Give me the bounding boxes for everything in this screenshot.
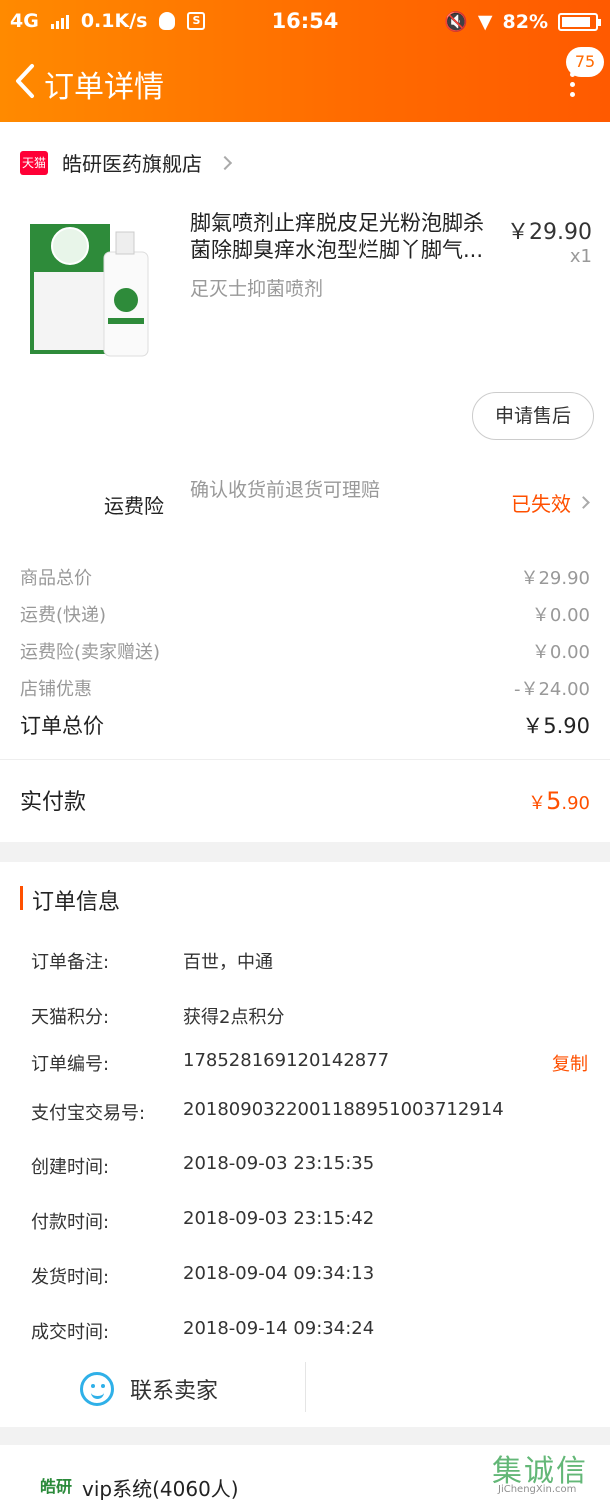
fee-row: 运费(快递) ￥0.00 — [20, 601, 590, 627]
insurance-desc: 确认收货前退货可理赔 — [190, 479, 381, 501]
info-label: 订单备注: — [31, 952, 110, 973]
fee-row: 运费险(卖家赠送) ￥0.00 — [20, 638, 590, 664]
group-name: vip系统(4060人) — [82, 1477, 239, 1500]
page-title: 订单详情 — [44, 70, 164, 105]
order-total-label: 订单总价 — [20, 714, 104, 738]
insurance-status-text: 已失效 — [511, 492, 571, 516]
fee-label: 运费(快递) — [20, 605, 107, 626]
info-label: 付款时间: — [31, 1212, 110, 1233]
header: 订单详情 75 — [0, 42, 610, 122]
after-sale-button[interactable]: 申请售后 — [472, 392, 594, 440]
fee-label: 店铺优惠 — [20, 679, 92, 700]
section-title: 订单信息 — [32, 890, 121, 915]
insurance-status[interactable]: 已失效 — [511, 488, 590, 517]
chevron-right-icon — [577, 496, 590, 509]
top-bar: 4G 0.1K/s S 16:54 🔇 ▼ 82% 订单详情 75 — [0, 0, 610, 122]
info-label: 订单编号: — [31, 1054, 110, 1075]
info-label: 创建时间: — [31, 1157, 110, 1178]
shop-row[interactable]: 天猫 皓研医药旗舰店 — [20, 148, 233, 177]
paid-label: 实付款 — [20, 790, 87, 815]
product-title[interactable]: 脚氣喷剂止痒脱皮足光粉泡脚杀菌除脚臭痒水泡型烂脚丫脚气... — [190, 210, 500, 264]
battery-percent: 82% — [502, 10, 548, 33]
section-accent-bar — [20, 886, 23, 910]
status-bar: 4G 0.1K/s S 16:54 🔇 ▼ 82% — [0, 0, 610, 42]
fee-value: -￥24.00 — [513, 679, 590, 700]
order-card: 天猫 皓研医药旗舰店 脚氣喷剂止痒脱皮足光粉泡脚杀菌除脚臭痒水泡型烂脚丫脚气..… — [0, 122, 610, 842]
fee-row: 商品总价 ￥29.90 — [20, 564, 590, 590]
contact-seller-label: 联系卖家 — [130, 1379, 219, 1404]
wifi-icon: ▼ — [477, 10, 493, 33]
customer-service-icon — [80, 1372, 114, 1406]
order-total-value: ￥5.90 — [522, 714, 590, 738]
order-total-row: 订单总价 ￥5.90 — [20, 710, 590, 740]
fee-value: ￥0.00 — [531, 605, 590, 626]
info-value: 2018090322001188951003712914 — [183, 1099, 504, 1120]
product-sku: 足灭士抑菌喷剂 — [190, 278, 324, 300]
info-value: 2018-09-03 23:15:42 — [183, 1208, 375, 1229]
copy-button[interactable]: 复制 — [552, 1050, 588, 1076]
mute-icon: 🔇 — [444, 11, 468, 33]
order-info-card: 订单信息 订单备注: 百世，中通 天猫积分: 获得2点积分 订单编号: 1785… — [0, 862, 610, 1427]
contact-seller-button[interactable]: 联系卖家 — [80, 1372, 218, 1406]
product-price: ￥29.90 — [507, 220, 592, 245]
battery-icon — [558, 12, 601, 31]
watermark-logo: 集诚信 JiChengXin.com — [492, 1446, 604, 1496]
divider — [305, 1362, 306, 1412]
info-value: 2018-09-03 23:15:35 — [183, 1153, 375, 1174]
fee-value: ￥0.00 — [531, 642, 590, 663]
chevron-right-icon — [217, 155, 233, 170]
info-value: 2018-09-14 09:34:24 — [183, 1318, 375, 1339]
fee-row: 店铺优惠 -￥24.00 — [20, 675, 590, 701]
watermark-sub: JiChengXin.com — [498, 1484, 577, 1495]
info-label: 支付宝交易号: — [31, 1103, 146, 1124]
back-arrow-icon[interactable] — [12, 62, 40, 100]
order-number: 178528169120142877 — [183, 1050, 390, 1071]
group-logo: 皓研 — [40, 1477, 73, 1496]
info-label: 发货时间: — [31, 1267, 110, 1288]
message-count-badge[interactable]: 75 — [566, 47, 604, 77]
product-quantity: x1 — [569, 246, 592, 267]
product-image[interactable] — [20, 212, 170, 362]
insurance-label: 运费险 — [104, 494, 164, 518]
shop-name: 皓研医药旗舰店 — [62, 152, 202, 176]
info-label: 天猫积分: — [31, 1007, 110, 1028]
fee-label: 商品总价 — [20, 568, 92, 589]
info-value: 百世，中通 — [183, 952, 273, 973]
info-value: 获得2点积分 — [183, 1007, 285, 1028]
fee-value: ￥29.90 — [520, 568, 590, 589]
paid-value: ￥5.90 — [528, 787, 590, 815]
info-label: 成交时间: — [31, 1322, 110, 1343]
paid-row: 实付款 ￥5.90 — [20, 784, 590, 816]
fee-label: 运费险(卖家赠送) — [20, 642, 161, 663]
more-menu-icon[interactable] — [570, 72, 576, 100]
divider — [0, 759, 610, 760]
info-value: 2018-09-04 09:34:13 — [183, 1263, 375, 1284]
tmall-logo: 天猫 — [20, 150, 48, 175]
